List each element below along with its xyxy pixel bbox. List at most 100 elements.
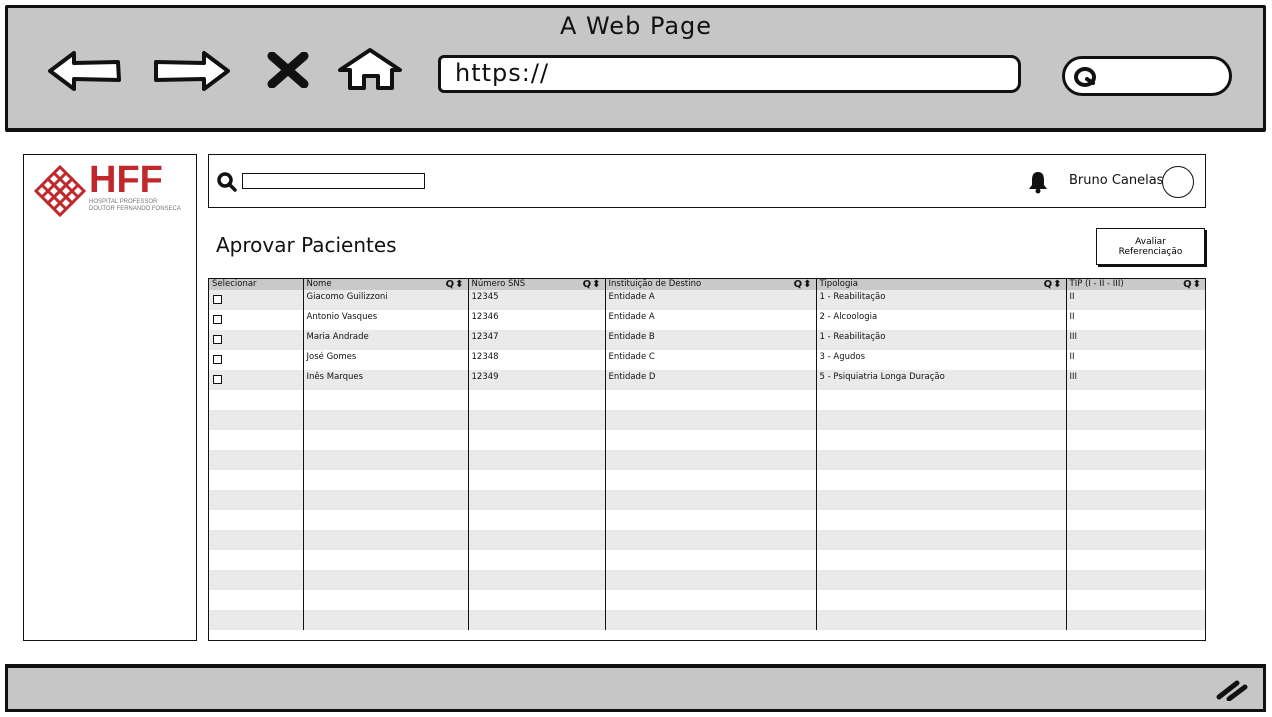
table-cell bbox=[302, 410, 468, 430]
table-cell bbox=[302, 450, 468, 470]
table-cell bbox=[467, 530, 605, 550]
table-cell bbox=[467, 510, 605, 530]
avatar[interactable] bbox=[1162, 166, 1194, 198]
table-cell bbox=[1065, 510, 1205, 530]
browser-status-bar bbox=[5, 664, 1266, 712]
select-checkbox[interactable] bbox=[213, 295, 222, 304]
table-cell bbox=[209, 530, 303, 550]
table-cell: Giacomo Guilizzoni bbox=[302, 290, 468, 310]
table-cell bbox=[467, 450, 605, 470]
table-cell bbox=[604, 490, 816, 510]
table-cell: II bbox=[1065, 290, 1205, 310]
search-sort-icon[interactable]: Q⬍ bbox=[1183, 279, 1202, 290]
table-cell: 2 - Alcoologia bbox=[815, 310, 1066, 330]
table-cell bbox=[1065, 470, 1205, 490]
browser-search-field[interactable] bbox=[1062, 56, 1232, 96]
table-row bbox=[209, 490, 1205, 510]
select-checkbox[interactable] bbox=[213, 355, 222, 364]
search-icon[interactable] bbox=[216, 171, 238, 193]
table-cell bbox=[467, 430, 605, 450]
search-sort-icon[interactable]: Q⬍ bbox=[446, 279, 465, 290]
table-cell bbox=[209, 450, 303, 470]
table-row bbox=[209, 450, 1205, 470]
table-row bbox=[209, 550, 1205, 570]
url-bar[interactable]: https:// bbox=[438, 55, 1021, 93]
column-header-sns[interactable]: Número SNS Q⬍ bbox=[467, 279, 605, 290]
table-row[interactable]: Maria Andrade 12347 Entidade B1 - Reabilit… bbox=[209, 330, 1205, 350]
table-cell bbox=[815, 450, 1066, 470]
select-checkbox[interactable] bbox=[213, 315, 222, 324]
table-cell bbox=[604, 610, 816, 630]
table-row bbox=[209, 470, 1205, 490]
column-label: Tipologia bbox=[819, 279, 858, 289]
column-label: Instituição de Destino bbox=[608, 279, 702, 289]
table-cell bbox=[209, 550, 303, 570]
page-title: Aprovar Pacientes bbox=[216, 233, 397, 257]
table-cell bbox=[604, 470, 816, 490]
table-row bbox=[209, 610, 1205, 630]
bell-icon[interactable] bbox=[1028, 170, 1048, 194]
table-cell: Entidade D bbox=[604, 370, 816, 390]
table-cell bbox=[302, 390, 468, 410]
column-header-typology[interactable]: Tipologia Q⬍ bbox=[815, 279, 1066, 290]
table-cell bbox=[1065, 530, 1205, 550]
table-row bbox=[209, 410, 1205, 430]
search-icon bbox=[1074, 67, 1096, 87]
column-header-tip[interactable]: TIP (I - II - III) Q⬍ bbox=[1065, 279, 1205, 290]
table-cell bbox=[815, 610, 1066, 630]
table-cell bbox=[302, 470, 468, 490]
table-cell bbox=[604, 570, 816, 590]
table-cell bbox=[209, 570, 303, 590]
search-input[interactable] bbox=[242, 173, 425, 189]
table-cell bbox=[209, 470, 303, 490]
table-row[interactable]: Giacomo Guilizzoni 12345 Entidade A1 - Rea… bbox=[209, 290, 1205, 310]
table-cell bbox=[604, 590, 816, 610]
column-header-destination[interactable]: Instituição de Destino Q⬍ bbox=[604, 279, 816, 290]
table-cell bbox=[815, 410, 1066, 430]
select-checkbox[interactable] bbox=[213, 335, 222, 344]
search-sort-icon[interactable]: Q⬍ bbox=[583, 279, 602, 290]
table-cell bbox=[467, 610, 605, 630]
table-cell bbox=[209, 590, 303, 610]
forward-arrow-icon[interactable] bbox=[150, 48, 234, 94]
table-cell: Maria Andrade bbox=[302, 330, 468, 350]
table-cell bbox=[604, 510, 816, 530]
column-label: Número SNS bbox=[471, 279, 526, 289]
resize-grip-icon[interactable] bbox=[1215, 677, 1249, 701]
patients-table: Selecionar Nome Q⬍ Número SNS Q⬍ Instituiç… bbox=[208, 278, 1206, 641]
table-cell bbox=[467, 470, 605, 490]
table-row[interactable]: Antonio Vasques 12346 Entidade A2 - Alcool… bbox=[209, 310, 1205, 330]
table-cell bbox=[302, 570, 468, 590]
column-header-name[interactable]: Nome Q⬍ bbox=[302, 279, 468, 290]
evaluate-referral-button[interactable]: Avaliar Referenciação bbox=[1096, 228, 1205, 265]
search-sort-icon[interactable]: Q⬍ bbox=[794, 279, 813, 290]
table-cell bbox=[467, 570, 605, 590]
table-cell bbox=[209, 510, 303, 530]
table-cell bbox=[1065, 430, 1205, 450]
table-cell bbox=[209, 390, 303, 410]
table-cell: II bbox=[1065, 310, 1205, 330]
home-icon[interactable] bbox=[336, 46, 404, 92]
table-cell: 5 - Psiquiatria Longa Duração bbox=[815, 370, 1066, 390]
back-arrow-icon[interactable] bbox=[46, 48, 126, 94]
table-cell bbox=[815, 430, 1066, 450]
window-title: A Web Page bbox=[559, 12, 713, 40]
table-cell bbox=[815, 550, 1066, 570]
table-row[interactable]: Inês Marques 12349 Entidade D5 - Psiquiatr… bbox=[209, 370, 1205, 390]
table-cell bbox=[302, 530, 468, 550]
column-label: Nome bbox=[306, 279, 332, 289]
user-name: Bruno Canelas bbox=[1069, 173, 1164, 188]
close-icon[interactable] bbox=[266, 52, 310, 88]
table-cell: Entidade B bbox=[604, 330, 816, 350]
table-cell bbox=[815, 390, 1066, 410]
table-cell bbox=[604, 530, 816, 550]
table-cell bbox=[815, 570, 1066, 590]
table-row[interactable]: José Gomes 12348 Entidade C3 - Agudos II bbox=[209, 350, 1205, 370]
select-checkbox[interactable] bbox=[213, 375, 222, 384]
search-sort-icon[interactable]: Q⬍ bbox=[1044, 279, 1063, 290]
table-cell bbox=[209, 490, 303, 510]
table-cell: 1 - Reabilitação bbox=[815, 330, 1066, 350]
table-cell bbox=[209, 610, 303, 630]
table-cell: III bbox=[1065, 370, 1205, 390]
table-cell bbox=[815, 490, 1066, 510]
